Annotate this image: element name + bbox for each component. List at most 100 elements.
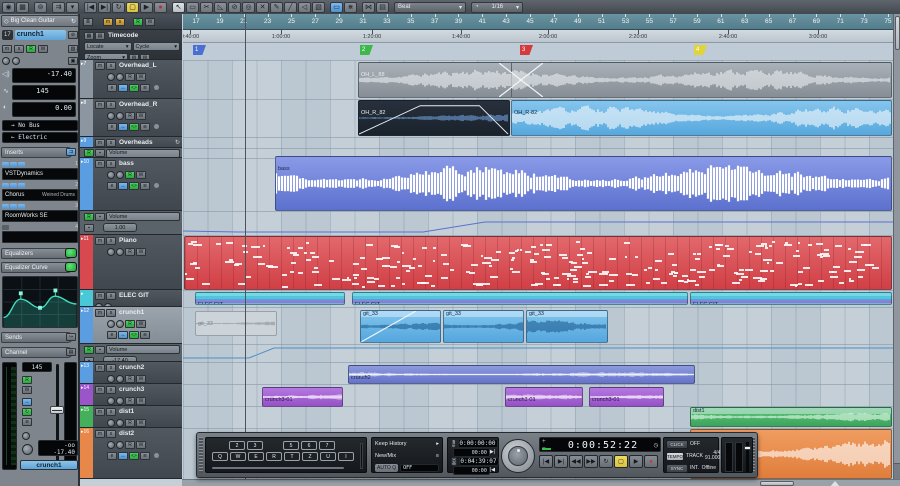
- insert-edit-icon[interactable]: [2, 183, 9, 188]
- track-row-timecode[interactable]: ▦▤TimecodeLocate▾Cycle▾Zoom▾▥▥: [80, 30, 182, 60]
- keyboard-velocity-slider[interactable]: [360, 443, 363, 469]
- virtual-key-6[interactable]: 6: [301, 441, 317, 450]
- inserts-bypass-button[interactable]: ⇉: [66, 148, 76, 156]
- sends-section-header[interactable]: Sends: [1, 332, 73, 343]
- hscroll-thumb[interactable]: [760, 481, 794, 486]
- automation-param[interactable]: Volume: [106, 212, 180, 221]
- transport-bar[interactable]: 23567QWERTZUI Keep History▸ New/Mix≡ AUT…: [196, 432, 758, 478]
- sends-bypass-button[interactable]: ≋: [140, 123, 150, 131]
- insert-bypass-icon[interactable]: [18, 162, 25, 167]
- write-all-button[interactable]: W: [145, 18, 155, 26]
- track-row-volume[interactable]: R▪Volume▪1.00: [80, 211, 182, 235]
- mute-button[interactable]: m: [95, 237, 105, 245]
- write-button[interactable]: W: [136, 73, 146, 81]
- read-all-button[interactable]: R: [133, 18, 143, 26]
- stop-button[interactable]: ▢: [614, 455, 628, 468]
- automation-param[interactable]: Volume: [106, 149, 180, 158]
- write-button[interactable]: W: [136, 375, 146, 383]
- eq-power-button[interactable]: [65, 248, 77, 258]
- glue-tool[interactable]: ◺: [214, 2, 227, 13]
- solo-button[interactable]: s: [106, 237, 116, 245]
- solo-button[interactable]: s: [106, 292, 116, 300]
- tempo-button[interactable]: TEMPO: [666, 452, 684, 461]
- solo-button[interactable]: s: [106, 430, 116, 438]
- goto-end-button[interactable]: ▶|: [554, 455, 568, 468]
- constrain-compensation-button[interactable]: ⊚: [34, 2, 47, 13]
- insert-slot-1[interactable]: VSTDynamics: [2, 168, 78, 180]
- write-automation-button[interactable]: W: [38, 45, 48, 53]
- autoscroll-active-button[interactable]: ▭: [330, 2, 343, 13]
- automation-value[interactable]: 1.00: [103, 223, 137, 232]
- audio-event-git-33-3[interactable]: git_33: [526, 310, 608, 343]
- eq-bypass-button[interactable]: <>: [129, 182, 139, 190]
- delay-display[interactable]: 145: [12, 85, 76, 100]
- channel-fader-handle[interactable]: [50, 406, 64, 414]
- left-locator-display[interactable]: 0:00:00:00: [458, 439, 498, 448]
- monitor-button[interactable]: [116, 419, 124, 427]
- setup-window-button[interactable]: ▦: [16, 2, 29, 13]
- record-enable-button[interactable]: [107, 375, 115, 383]
- track-row-elec-git[interactable]: ▸msELEC GIT: [80, 290, 182, 307]
- punch-out-icon[interactable]: |◀: [490, 467, 495, 473]
- solo-button[interactable]: s: [106, 309, 116, 317]
- mute-tool[interactable]: ✕: [256, 2, 269, 13]
- inserts-section-header[interactable]: Inserts: [1, 147, 73, 158]
- solo-button[interactable]: s: [106, 62, 116, 70]
- mute-button[interactable]: m: [95, 101, 105, 109]
- sends-bypass-button[interactable]: ≋: [140, 84, 150, 92]
- auto-fades-button[interactable]: ▨: [68, 45, 78, 53]
- read-button[interactable]: R: [125, 112, 135, 120]
- timecode-options-icon[interactable]: ▤: [95, 32, 105, 40]
- read-button[interactable]: R: [125, 320, 135, 328]
- read-button[interactable]: R: [84, 346, 94, 354]
- folder-event-elec-git-2[interactable]: ELEC GIT: [352, 292, 688, 305]
- insert-edit-icon[interactable]: [2, 162, 9, 167]
- insert-onoff-icon[interactable]: [10, 183, 17, 188]
- virtual-key-3[interactable]: 3: [247, 441, 263, 450]
- read-button[interactable]: R: [125, 375, 135, 383]
- eq-curve-power-button[interactable]: [65, 262, 77, 272]
- write-button[interactable]: W: [136, 441, 146, 449]
- insert-slot-3[interactable]: RoomWorks SE: [2, 210, 78, 222]
- audio-event-crunch3-3[interactable]: crunch3-01: [589, 387, 664, 407]
- virtual-key-Z[interactable]: Z: [302, 452, 318, 461]
- read-button[interactable]: R: [125, 73, 135, 81]
- track-row-crunch1[interactable]: ▸12mscrunch1RWe↔<>≋: [80, 307, 182, 344]
- virtual-key-R[interactable]: R: [266, 452, 282, 461]
- snap-on-off-button[interactable]: ⋈: [362, 2, 375, 13]
- output-routing[interactable]: ← Electric: [2, 132, 78, 143]
- grid-type-select[interactable]: Beat▾: [394, 2, 466, 13]
- insert-slot-2[interactable]: ChorusWeined Drums: [2, 189, 78, 201]
- audio-event-oh-r-82[interactable]: OH_R_82: [358, 100, 510, 136]
- virtual-key-Q[interactable]: Q: [212, 452, 228, 461]
- edit-channel-button[interactable]: e: [107, 331, 117, 339]
- auto-quantize-button[interactable]: AUTO Q: [375, 464, 398, 472]
- record-enable-button[interactable]: [107, 397, 115, 405]
- forward-button[interactable]: ▶▶: [584, 455, 598, 468]
- marker-lane[interactable]: 1234: [183, 43, 893, 60]
- record-enable-button[interactable]: [107, 73, 115, 81]
- read-button[interactable]: R: [84, 149, 94, 157]
- cycle-button[interactable]: ↻: [599, 455, 613, 468]
- channel-pan-display[interactable]: 145: [22, 362, 52, 372]
- inspector-header[interactable]: ◇ Big Clean Guitar ↻: [1, 15, 79, 27]
- audio-event-crunch2[interactable]: crunch2: [348, 365, 695, 384]
- midi-event-piano[interactable]: [184, 236, 892, 290]
- record-enable-button[interactable]: [107, 419, 115, 427]
- sync-button[interactable]: SYNC: [666, 464, 688, 473]
- marker-flag[interactable]: 1: [193, 45, 206, 55]
- input-routing[interactable]: → No Bus: [2, 120, 78, 131]
- mute-button[interactable]: m: [95, 364, 105, 372]
- virtual-key-E[interactable]: E: [248, 452, 264, 461]
- zoom-tool[interactable]: ◎: [242, 2, 255, 13]
- audio-event-git-33-1[interactable]: git_33: [360, 310, 441, 343]
- autoscroll-button[interactable]: ⇉: [52, 2, 65, 13]
- solo-button[interactable]: s: [14, 45, 24, 53]
- channel-bypass-eq-button[interactable]: ↻: [22, 408, 32, 416]
- monitor-button[interactable]: [116, 320, 124, 328]
- read-button[interactable]: R: [125, 248, 135, 256]
- audio-event-oh-l-88[interactable]: OH_L_88: [358, 62, 892, 98]
- track-row-dist2[interactable]: ▸16msdist2RWe↔<>≋: [80, 428, 182, 479]
- right-locator-display[interactable]: 0:04:39:07: [459, 457, 499, 466]
- read-button[interactable]: R: [125, 441, 135, 449]
